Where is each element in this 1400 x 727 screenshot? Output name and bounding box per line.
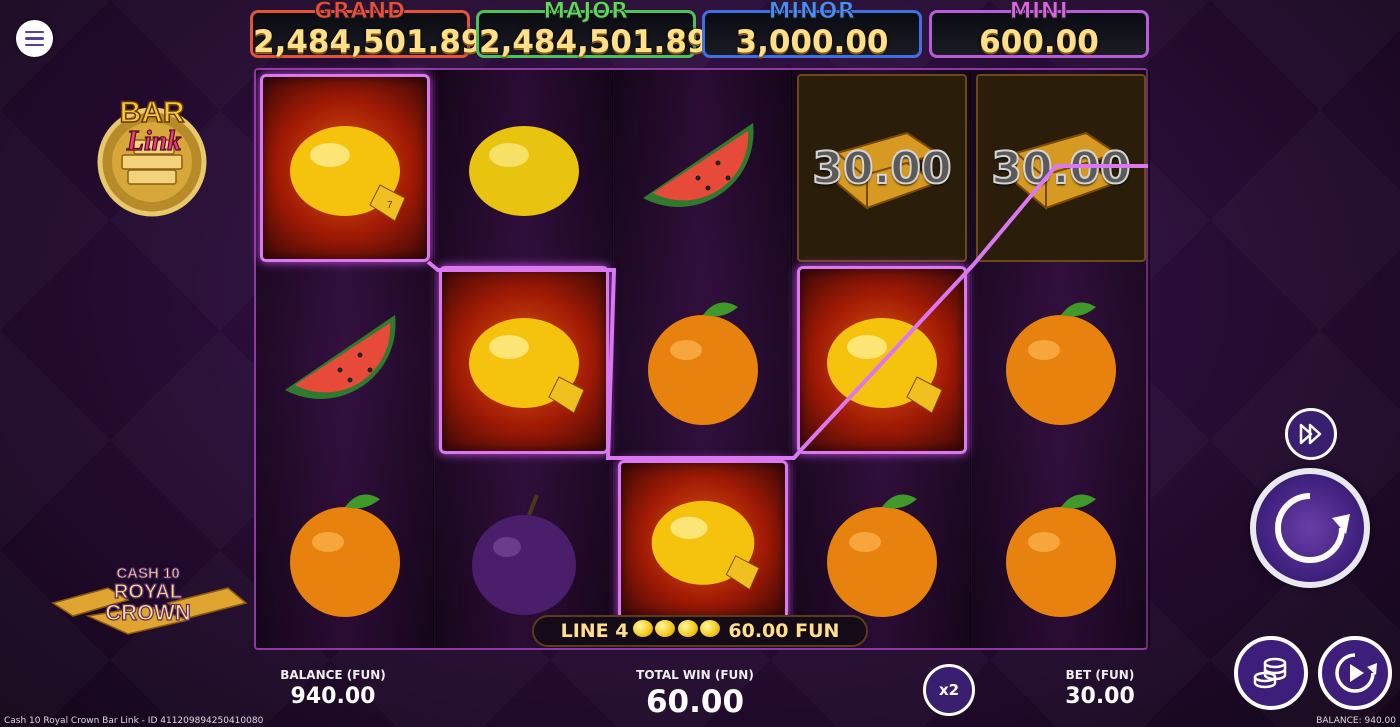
lemon-icon [469, 126, 579, 216]
bet-settings-button[interactable] [1234, 636, 1308, 710]
reel-1-row-3-orange [260, 458, 430, 646]
bet-display[interactable]: BET (FUN) 30.00 [1050, 668, 1150, 709]
orange-icon [1006, 302, 1116, 425]
reel-1: 7 [256, 70, 434, 648]
jackpot-mini-value: 600.00 [979, 24, 1099, 60]
lemon-icon [651, 500, 760, 591]
lemon-icon [655, 620, 676, 637]
total-win-value: 60.00 [645, 684, 745, 720]
reel-5-gold-value: 30.00 [990, 142, 1131, 195]
multiplier-x2-button[interactable]: x2 [923, 664, 975, 716]
autoplay-button[interactable] [1318, 636, 1392, 710]
lemon-icon [700, 620, 721, 637]
line-win-banner: LINE 4 60.00 FUN [532, 615, 868, 647]
reel-1-row-2-watermelon [260, 266, 430, 454]
jackpot-minor: MINOR 3,000.00 [702, 0, 922, 60]
reel-3-row-2-orange [618, 266, 788, 454]
cash10-royal-crown-logo: CASH 10 ROYAL CROWN [51, 565, 248, 635]
line-win-amount: 60.00 FUN [728, 620, 840, 642]
cash-logo-line1: CASH 10 [116, 565, 179, 582]
lemon-icon: 7 [290, 126, 406, 222]
menu-icon-bar [25, 37, 44, 40]
fast-forward-icon [1299, 423, 1322, 445]
multiplier-label: x2 [938, 681, 960, 699]
watermelon-icon [643, 123, 754, 207]
reel-3-row-3-lemon [618, 460, 788, 620]
lemon-icon [827, 318, 943, 414]
reel-5-row-1-gold-bar: 30.00 [976, 74, 1146, 262]
game-id-footer: Cash 10 Royal Crown Bar Link - ID 411209… [4, 716, 264, 726]
reel-4-gold-value: 30.00 [811, 142, 952, 195]
orange-icon [1006, 494, 1116, 617]
bet-value: 30.00 [1065, 684, 1135, 709]
balance-value: 940.00 [290, 684, 376, 709]
total-win-display: TOTAL WIN (FUN) 60.00 [620, 668, 770, 720]
orange-icon [827, 494, 937, 617]
reel-5-row-3-orange [976, 458, 1146, 646]
footer-balance: BALANCE: 940.00 [1316, 716, 1396, 726]
reel-5-row-2-orange [976, 266, 1146, 454]
reel-2-row-2-lemon [439, 266, 609, 454]
reel-3 [614, 70, 792, 648]
jackpot-mini: MINI 600.00 [929, 0, 1149, 60]
lemon-icon [677, 620, 698, 637]
turbo-button[interactable] [1285, 408, 1337, 460]
reel-4-row-2-lemon [797, 266, 967, 454]
bar-link-logo: BAR Link [97, 95, 207, 217]
balance-label: BALANCE (FUN) [280, 668, 386, 682]
reel-4: 30.00 [793, 70, 971, 648]
orange-icon [290, 494, 400, 617]
autoplay-icon [1335, 653, 1377, 693]
menu-button[interactable] [16, 20, 53, 57]
bar-link-logo-line2: Link [126, 126, 181, 157]
jackpot-mini-name: MINI [1009, 0, 1069, 24]
orange-icon [648, 302, 758, 425]
reel-2-row-1-lemon [439, 74, 609, 262]
reel-2 [435, 70, 613, 648]
reel-1-row-1-lemon: 7 [260, 74, 430, 262]
svg-text:7: 7 [387, 200, 393, 211]
jackpot-major-value: 2,484,501.89 [479, 24, 709, 60]
bar-link-logo-line1: BAR [120, 96, 185, 129]
line-win-symbols [632, 620, 721, 642]
bet-label: BET (FUN) [1065, 668, 1135, 682]
spin-arrow-icon [1275, 493, 1350, 563]
spin-button[interactable] [1250, 468, 1370, 588]
jackpot-grand: GRAND 2,484,501.89 [250, 0, 483, 60]
plum-icon [472, 494, 576, 615]
reel-5: 30.00 [972, 70, 1150, 648]
jackpot-minor-name: MINOR [768, 0, 856, 24]
lemon-icon [632, 620, 653, 637]
lemon-icon [469, 318, 585, 414]
line-win-label: LINE 4 [560, 620, 629, 642]
jackpot-major: MAJOR 2,484,501.89 [476, 0, 709, 60]
jackpot-grand-name: GRAND [314, 0, 406, 24]
reel-3-row-1-watermelon [618, 74, 788, 262]
reel-4-row-1-gold-bar: 30.00 [797, 74, 967, 262]
menu-icon-bar [25, 30, 44, 34]
cash-logo-line3: CROWN [105, 600, 191, 625]
jackpot-minor-value: 3,000.00 [735, 24, 889, 60]
menu-icon-bar [25, 43, 44, 47]
jackpot-grand-value: 2,484,501.89 [253, 24, 483, 60]
coins-icon [1253, 657, 1287, 689]
watermelon-icon [285, 315, 396, 399]
balance-display: BALANCE (FUN) 940.00 [268, 668, 398, 709]
reel-grid: 7 30.00 30.00 [254, 68, 1150, 650]
jackpot-major-name: MAJOR [543, 0, 629, 24]
total-win-label: TOTAL WIN (FUN) [636, 668, 754, 682]
